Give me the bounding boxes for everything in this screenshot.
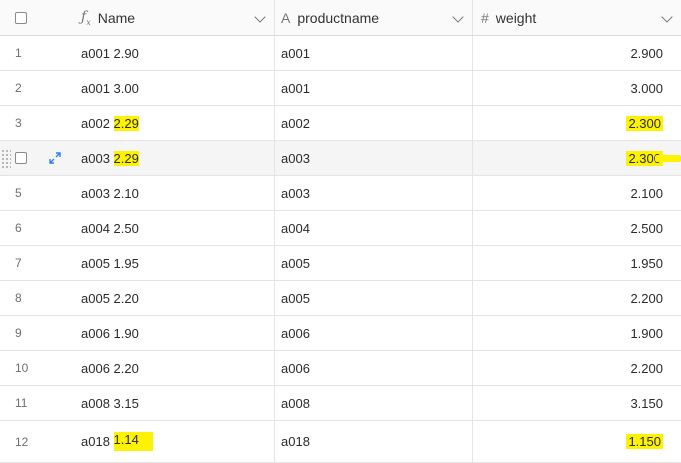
highlighted-text: 1.14 [113, 432, 153, 451]
expand-record-icon[interactable] [48, 151, 62, 165]
table-row[interactable]: 10 a006 2.20 a006 2.200 [0, 351, 681, 386]
column-header-name[interactable]: ƒx Name [71, 0, 275, 35]
name-cell[interactable]: a018 1.14 [71, 421, 275, 462]
highlighted-text: 2.29 [113, 150, 139, 166]
weight-cell[interactable]: 1.950 [473, 246, 681, 280]
name-cell[interactable]: a008 3.15 [71, 386, 275, 420]
drag-handle-icon[interactable] [1, 149, 11, 169]
row-index: 1 [15, 46, 22, 60]
weight-cell[interactable]: 2.300 [473, 141, 681, 175]
name-text: a002 [81, 115, 114, 131]
chevron-down-icon[interactable] [452, 11, 464, 23]
name-text: a003 [81, 150, 114, 166]
table-row[interactable]: 11 a008 3.15 a008 3.150 [0, 386, 681, 421]
text-field-icon: A [281, 9, 291, 26]
row-index: 10 [15, 361, 29, 375]
highlighted-text: 1.150 [626, 434, 663, 449]
row-index: 3 [15, 116, 22, 130]
table-row[interactable]: 9 a006 1.90 a006 1.900 [0, 316, 681, 351]
productname-cell[interactable]: a005 [275, 281, 473, 315]
weight-cell[interactable]: 2.200 [473, 351, 681, 385]
chevron-down-icon[interactable] [661, 11, 673, 23]
highlighted-text: 2.29 [113, 115, 139, 131]
weight-cell[interactable]: 2.100 [473, 176, 681, 210]
table-row[interactable]: 8 a005 2.20 a005 2.200 [0, 281, 681, 316]
name-cell[interactable]: a006 2.20 [71, 351, 275, 385]
row-index: 11 [15, 396, 28, 410]
chevron-down-icon[interactable] [254, 11, 266, 23]
table-row[interactable]: 12 a018 1.14 a018 1.150 [0, 421, 681, 463]
name-cell[interactable]: a003 2.29 [71, 141, 275, 175]
row-index: 5 [15, 186, 22, 200]
weight-cell[interactable]: 2.500 [473, 211, 681, 245]
productname-cell[interactable]: a002 [275, 106, 473, 140]
name-cell[interactable]: a001 2.90 [71, 36, 275, 70]
number-field-icon: # [481, 9, 489, 26]
column-header-productname[interactable]: A productname [275, 0, 473, 35]
row-index: 2 [15, 81, 22, 95]
formula-icon: ƒx [81, 8, 91, 27]
table-row[interactable]: 6 a004 2.50 a004 2.500 [0, 211, 681, 246]
column-header-weight[interactable]: # weight [473, 0, 681, 35]
name-text: a018 [81, 434, 114, 449]
table-row[interactable]: 7 a005 1.95 a005 1.950 [0, 246, 681, 281]
select-all-checkbox[interactable] [15, 11, 27, 24]
weight-cell[interactable]: 1.150 [473, 421, 681, 462]
row-index: 7 [15, 256, 22, 270]
table-row[interactable]: 2 a001 3.00 a001 3.000 [0, 71, 681, 106]
name-cell[interactable]: a001 3.00 [71, 71, 275, 105]
row-index: 12 [15, 434, 29, 449]
row-checkbox[interactable] [15, 152, 27, 164]
column-header-name-label: Name [97, 9, 136, 26]
productname-cell[interactable]: a004 [275, 211, 473, 245]
table-row[interactable]: 1 a001 2.90 a001 2.900 [0, 36, 681, 71]
name-cell[interactable]: a005 1.95 [71, 246, 275, 280]
weight-cell[interactable]: 2.300 [473, 106, 681, 140]
productname-cell[interactable]: a001 [275, 36, 473, 70]
table-row-hovered[interactable]: a003 2.29 a003 2.300 [0, 141, 681, 176]
select-all-cell[interactable] [0, 0, 71, 35]
productname-cell[interactable]: a008 [275, 386, 473, 420]
highlighter-stroke [655, 155, 681, 162]
row-index: 8 [15, 291, 22, 305]
weight-cell[interactable]: 2.200 [473, 281, 681, 315]
productname-cell[interactable]: a006 [275, 316, 473, 350]
weight-cell[interactable]: 1.900 [473, 316, 681, 350]
weight-cell[interactable]: 3.150 [473, 386, 681, 420]
name-cell[interactable]: a002 2.29 [71, 106, 275, 140]
name-cell[interactable]: a006 1.90 [71, 316, 275, 350]
row-index: 9 [15, 326, 22, 340]
productname-cell[interactable]: a001 [275, 71, 473, 105]
productname-cell[interactable]: a003 [275, 141, 473, 175]
table-row[interactable]: 3 a002 2.29 a002 2.300 [0, 106, 681, 141]
column-header-weight-label: weight [495, 9, 537, 26]
productname-cell[interactable]: a005 [275, 246, 473, 280]
productname-cell[interactable]: a003 [275, 176, 473, 210]
name-cell[interactable]: a004 2.50 [71, 211, 275, 245]
name-cell[interactable]: a005 2.20 [71, 281, 275, 315]
data-grid: ƒx Name A productname # weight 1 a001 2.… [0, 0, 681, 463]
weight-cell[interactable]: 3.000 [473, 71, 681, 105]
productname-cell[interactable]: a006 [275, 351, 473, 385]
table-row[interactable]: 5 a003 2.10 a003 2.100 [0, 176, 681, 211]
row-index: 6 [15, 221, 22, 235]
productname-cell[interactable]: a018 [275, 421, 473, 462]
weight-cell[interactable]: 2.900 [473, 36, 681, 70]
highlighted-text: 2.300 [626, 115, 663, 131]
column-header-productname-label: productname [297, 9, 380, 26]
header-row: ƒx Name A productname # weight [0, 0, 681, 36]
row-select-cell[interactable] [0, 141, 71, 175]
name-cell[interactable]: a003 2.10 [71, 176, 275, 210]
